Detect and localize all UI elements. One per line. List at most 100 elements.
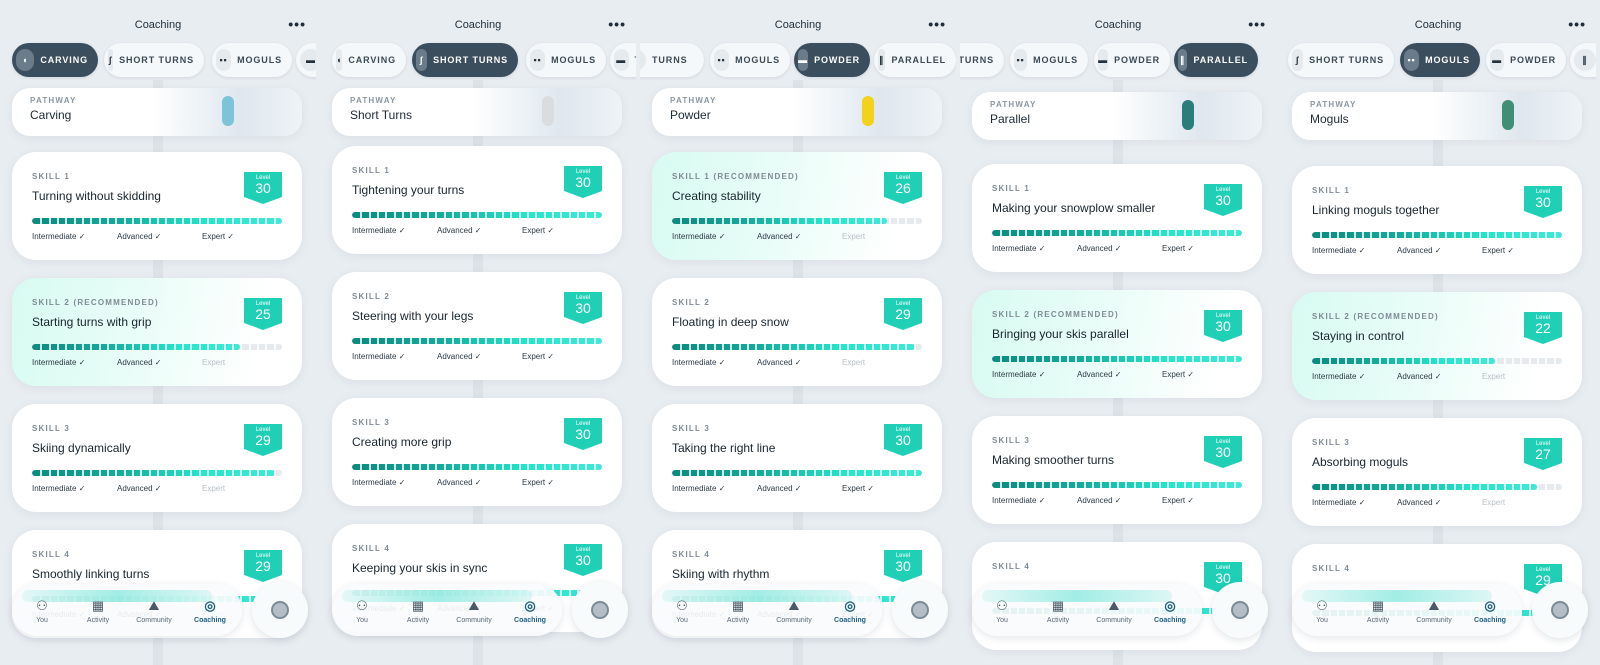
progress-segment <box>1200 356 1203 362</box>
skill-card[interactable]: SKILL 1 Linking moguls together Level 30 Int… <box>1292 166 1582 274</box>
more-dots-icon[interactable]: ••• <box>928 16 946 32</box>
tab-moguls[interactable]: ▪▪ MOGULS <box>1400 43 1480 77</box>
more-dots-icon[interactable]: ••• <box>1568 16 1586 32</box>
skill-card[interactable]: SKILL 3 Skiing dynamically Level 29 Intermed… <box>12 404 302 512</box>
tab-powder[interactable]: ▬ POWDER <box>1094 43 1170 77</box>
nav-item-coaching[interactable]: ◎ Coaching <box>505 598 555 624</box>
record-button[interactable] <box>252 582 308 638</box>
skill-card[interactable]: SKILL 1 Turning without skidding Level 30 In… <box>12 152 302 260</box>
progress-segment <box>418 212 421 218</box>
pathway-card[interactable]: PATHWAY Short Turns <box>332 88 622 136</box>
tab-short-turns[interactable]: ʃ SHORT TURNS <box>104 43 204 77</box>
nav-item-community[interactable]: ⛰ Community <box>1089 598 1139 624</box>
level-value: 29 <box>895 306 911 322</box>
nav-item-activity[interactable]: ▦ Activity <box>1353 598 1403 624</box>
calendar-icon: ▦ <box>1371 598 1385 613</box>
progress-segment <box>888 344 891 350</box>
tab-powder[interactable]: ▬ POWDER <box>794 43 870 77</box>
more-dots-icon[interactable]: ••• <box>608 16 626 32</box>
skill-card[interactable]: SKILL 2 (RECOMMENDED) Starting turns with… <box>12 278 302 386</box>
tab-turns[interactable]: ▬ TURNS <box>610 43 636 77</box>
skill-card[interactable]: SKILL 2 Floating in deep snow Level 29 Inter… <box>652 278 942 386</box>
nav-label: Community <box>776 617 812 624</box>
skill-card[interactable]: SKILL 3 Taking the right line Level 30 Inter… <box>652 404 942 512</box>
tab-short-turns[interactable]: ʃ SHORT TURNS <box>412 43 518 77</box>
skill-card[interactable]: SKILL 3 Creating more grip Level 30 Intermed… <box>332 398 622 506</box>
record-icon <box>1231 601 1249 619</box>
skill-card[interactable]: SKILL 1 (RECOMMENDED) Creating stability L… <box>652 152 942 260</box>
tab-carving[interactable]: ◖ CARVING <box>332 43 406 77</box>
tab-short-turns[interactable]: ʃ SHORT TURNS <box>1288 43 1394 77</box>
nav-item-community[interactable]: ⛰ Community <box>1409 598 1459 624</box>
nav-item-activity[interactable]: ▦ Activity <box>393 598 443 624</box>
skill-name: Starting turns with grip <box>32 315 152 329</box>
nav-item-you[interactable]: ⚇ You <box>337 598 387 624</box>
skill-card[interactable]: SKILL 2 (RECOMMENDED) Staying in control L… <box>1292 292 1582 400</box>
progress-segment <box>502 212 504 218</box>
progress-segment <box>385 212 388 218</box>
more-dots-icon[interactable]: ••• <box>1248 16 1266 32</box>
level-value: 25 <box>255 306 271 322</box>
skill-card[interactable]: SKILL 2 Steering with your legs Level 30 Int… <box>332 272 622 380</box>
tab-carving[interactable]: ◖ CARVING <box>12 43 98 77</box>
nav-item-you[interactable]: ⚇ You <box>977 598 1027 624</box>
pathway-card[interactable]: PATHWAY Powder <box>652 88 942 136</box>
progress-segment <box>1470 358 1473 364</box>
progress-segment <box>697 344 699 350</box>
skill-label: SKILL 3 <box>32 424 71 433</box>
skill-card[interactable]: SKILL 3 Making smoother turns Level 30 Inter… <box>972 416 1262 524</box>
progress-segment <box>1217 356 1219 362</box>
progress-segment <box>1328 232 1331 238</box>
skill-card[interactable]: SKILL 1 Tightening your turns Level 30 Inter… <box>332 146 622 254</box>
nav-item-community[interactable]: ⛰ Community <box>449 598 499 624</box>
tier-label: Expert <box>842 358 866 367</box>
nav-item-activity[interactable]: ▦ Activity <box>1033 598 1083 624</box>
record-button[interactable] <box>572 582 628 638</box>
tab-more[interactable]: ∥ <box>1570 43 1596 77</box>
nav-item-community[interactable]: ⛰ Community <box>129 598 179 624</box>
tab-moguls[interactable]: ▪▪ MOGULS <box>212 43 292 77</box>
pathway-card[interactable]: PATHWAY Parallel <box>972 92 1262 140</box>
tab-turns[interactable]: ʃTURNS <box>640 43 704 77</box>
tier-label: Advanced ✓ <box>757 484 802 493</box>
tab-powder[interactable]: ▬ POWDER <box>1486 43 1566 77</box>
pathway-card[interactable]: PATHWAY Moguls <box>1292 92 1582 140</box>
nav-item-coaching[interactable]: ◎ Coaching <box>1145 598 1195 624</box>
tab-turns[interactable]: ʃTURNS <box>960 43 1004 77</box>
tab-moguls[interactable]: ▪▪ MOGULS <box>526 43 606 77</box>
record-button[interactable] <box>892 582 948 638</box>
tab-label: TURNS <box>960 55 994 65</box>
tab-parallel[interactable]: ∥ PARALLEL <box>1174 43 1258 77</box>
nav-item-community[interactable]: ⛰ Community <box>769 598 819 624</box>
pathway-card[interactable]: PATHWAY Carving <box>12 88 302 136</box>
tab-label: MOGULS <box>237 55 282 65</box>
nav-item-coaching[interactable]: ◎ Coaching <box>825 598 875 624</box>
skill-card[interactable]: SKILL 2 (RECOMMENDED) Bringing your skis … <box>972 290 1262 398</box>
nav-item-activity[interactable]: ▦ Activity <box>73 598 123 624</box>
nav-item-you[interactable]: ⚇ You <box>17 598 67 624</box>
nav-item-you[interactable]: ⚇ You <box>1297 598 1347 624</box>
skill-card[interactable]: SKILL 1 Making your snowplow smaller Level… <box>972 164 1262 272</box>
progress-segment <box>1167 482 1169 488</box>
record-button[interactable] <box>1532 582 1588 638</box>
tab-more[interactable]: ▬ <box>296 43 316 77</box>
progress-segment <box>1437 484 1439 490</box>
nav-item-activity[interactable]: ▦ Activity <box>713 598 763 624</box>
progress-segment <box>1445 358 1448 364</box>
nav-item-coaching[interactable]: ◎ Coaching <box>185 598 235 624</box>
progress-segment <box>40 218 43 224</box>
tab-parallel[interactable]: ∥ PARALLEL <box>874 43 956 77</box>
progress-segment <box>190 470 193 476</box>
skill-card[interactable]: SKILL 3 Absorbing moguls Level 27 Intermedia… <box>1292 418 1582 526</box>
nav-item-coaching[interactable]: ◎ Coaching <box>1465 598 1515 624</box>
more-dots-icon[interactable]: ••• <box>288 16 306 32</box>
progress-segment <box>410 464 413 470</box>
tab-moguls[interactable]: ▪▪ MOGULS <box>1010 43 1088 77</box>
nav-item-you[interactable]: ⚇ You <box>657 598 707 624</box>
level-value: 29 <box>255 432 271 448</box>
progress-segment <box>1217 230 1219 236</box>
nav-label: You <box>356 617 368 624</box>
progress-segment <box>1520 232 1523 238</box>
tab-moguls[interactable]: ▪▪ MOGULS <box>710 43 790 77</box>
record-button[interactable] <box>1212 582 1268 638</box>
